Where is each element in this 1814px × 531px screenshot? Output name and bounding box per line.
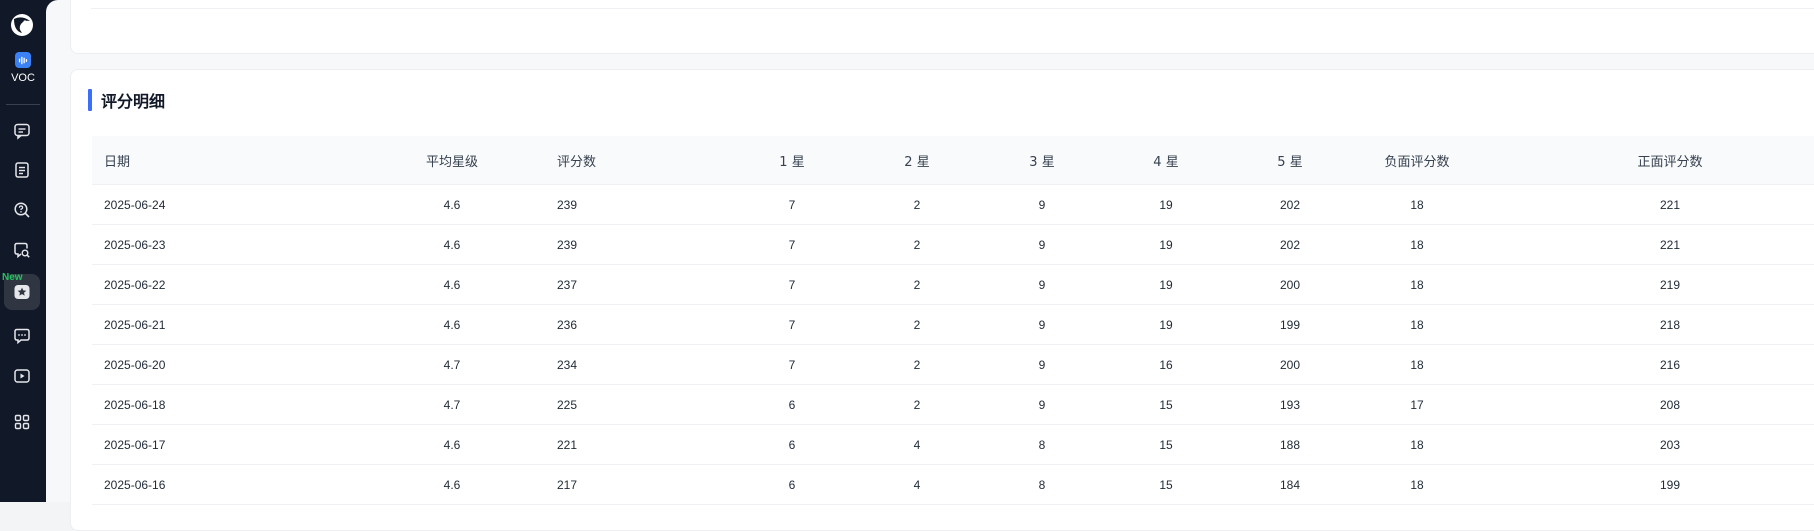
column-header-positive-count[interactable]: 正面评分数	[1510, 136, 1814, 184]
cell-positive-count: 218	[1659, 317, 1681, 332]
sidebar-item-video[interactable]	[4, 358, 40, 394]
cell-positive-count: 216	[1659, 357, 1681, 372]
table-row: 2025-06-17 4.6 221 6 4 8 15 188 18 203	[92, 425, 1814, 465]
table-row: 2025-06-22 4.6 237 7 2 9 19 200 18 219	[92, 265, 1814, 305]
table-row: 2025-06-23 4.6 239 7 2 9 19 202 18 221	[92, 225, 1814, 265]
cell-positive-count: 203	[1659, 437, 1681, 452]
column-header-avg-stars[interactable]: 平均星级	[367, 136, 537, 184]
cell-avg-stars: 4.6	[443, 477, 461, 492]
section-title: 评分明细	[101, 92, 166, 111]
star-icon	[14, 285, 30, 299]
chat-bubble-icon	[14, 123, 30, 140]
table-row: 2025-06-16 4.6 217 6 4 8 15 184 18 199	[92, 465, 1814, 505]
sidebar-divider	[6, 104, 40, 105]
column-header-date[interactable]: 日期	[104, 136, 304, 184]
video-play-icon	[14, 369, 30, 383]
cell-date: 2025-06-17	[104, 437, 166, 452]
chat-search-icon	[14, 242, 30, 259]
cell-avg-stars: 4.6	[443, 277, 461, 292]
cell-avg-stars: 4.6	[443, 237, 461, 252]
previous-card-divider	[91, 8, 1814, 9]
sidebar-item-search[interactable]	[4, 192, 40, 228]
cell-date: 2025-06-21	[104, 317, 166, 332]
cell-avg-stars: 4.6	[443, 197, 461, 212]
cell-avg-stars: 4.7	[443, 357, 461, 372]
sidebar-item-document[interactable]	[4, 152, 40, 188]
section-accent-bar	[88, 89, 92, 111]
cell-positive-count: 219	[1659, 277, 1681, 292]
cell-date: 2025-06-20	[104, 357, 166, 372]
table-row: 2025-06-20 4.7 234 7 2 9 16 200 18 216	[92, 345, 1814, 385]
document-icon	[15, 162, 29, 178]
previous-card	[70, 0, 1814, 54]
sidebar-item-apps[interactable]	[4, 404, 40, 440]
apps-grid-icon	[14, 414, 30, 430]
sidebar-item-chat-search[interactable]	[4, 232, 40, 268]
sidebar-item-messages[interactable]	[4, 318, 40, 354]
cell-positive-count: 199	[1659, 477, 1681, 492]
table-body: 2025-06-24 4.6 239 7 2 9 19 202 18 221 2025-06-23 4…	[92, 185, 1814, 505]
cell-date: 2025-06-24	[104, 197, 166, 212]
new-badge: New	[2, 272, 23, 283]
main-corner	[46, 0, 58, 12]
cell-avg-stars: 4.7	[443, 397, 461, 412]
cell-date: 2025-06-18	[104, 397, 166, 412]
voc-waveform-icon	[15, 52, 31, 68]
search-question-icon	[14, 202, 30, 218]
voc-label: VOC	[11, 72, 35, 84]
sidebar: VOC New	[0, 0, 46, 502]
sidebar-item-chat[interactable]	[4, 113, 40, 149]
cell-date: 2025-06-22	[104, 277, 166, 292]
app-logo-icon[interactable]	[8, 11, 36, 39]
voc-app-button[interactable]: VOC	[0, 52, 46, 84]
table-header: 日期 平均星级 评分数 1 星2 星3 星4 星5 星负面评分数 正面评分数	[92, 136, 1814, 185]
cell-date: 2025-06-16	[104, 477, 166, 492]
section-header: 评分明细	[88, 88, 165, 112]
table-row: 2025-06-18 4.7 225 6 2 9 15 193 17 208	[92, 385, 1814, 425]
cell-positive-count: 221	[1659, 237, 1681, 252]
cell-avg-stars: 4.6	[443, 317, 461, 332]
table-row: 2025-06-21 4.6 236 7 2 9 19 199 18 218	[92, 305, 1814, 345]
message-dots-icon	[14, 328, 30, 345]
cell-positive-count: 208	[1659, 397, 1681, 412]
cell-date: 2025-06-23	[104, 237, 166, 252]
cell-positive-count: 221	[1659, 197, 1681, 212]
cell-avg-stars: 4.6	[443, 437, 461, 452]
table-row: 2025-06-24 4.6 239 7 2 9 19 202 18 221	[92, 185, 1814, 225]
rating-table: 日期 平均星级 评分数 1 星2 星3 星4 星5 星负面评分数 正面评分数 2025-…	[92, 136, 1814, 505]
